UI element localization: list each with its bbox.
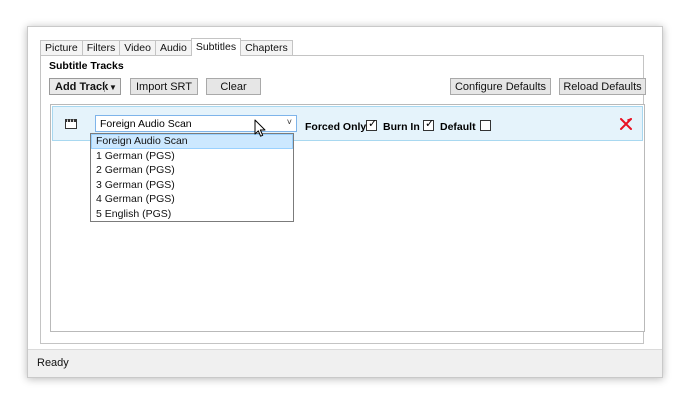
import-srt-button[interactable]: Import SRT [130,78,198,95]
status-bar: Ready [28,349,662,377]
dropdown-option[interactable]: 3 German (PGS) [91,178,293,193]
burn-in-label: Burn In [383,121,420,133]
checkmark-icon: ✓ [425,118,435,130]
dropdown-option[interactable]: 1 German (PGS) [91,149,293,164]
tab-filters[interactable]: Filters [81,40,121,56]
split-divider [104,81,105,92]
tab-video[interactable]: Video [119,40,156,56]
track-source-dropdown-list: Foreign Audio Scan 1 German (PGS) 2 Germ… [90,133,294,222]
chevron-down-icon: ˅ [286,117,292,127]
mouse-cursor-icon [254,119,266,137]
clear-button[interactable]: Clear [206,78,261,95]
dropdown-option[interactable]: 5 English (PGS) [91,207,293,222]
delete-track-icon[interactable] [619,118,633,130]
tab-chapters[interactable]: Chapters [240,40,293,56]
default-checkbox[interactable] [480,120,491,131]
dropdown-option[interactable]: 4 German (PGS) [91,192,293,207]
configure-defaults-button[interactable]: Configure Defaults [450,78,551,95]
tab-audio[interactable]: Audio [154,40,192,56]
reload-defaults-button[interactable]: Reload Defaults [559,78,646,95]
track-source-combo[interactable]: Foreign Audio Scan ˅ [95,115,297,132]
tab-strip: Picture Filters Video Audio Subtitles Ch… [40,38,293,56]
forced-only-checkbox[interactable]: ✓ [366,118,378,131]
tab-picture[interactable]: Picture [40,40,83,56]
status-text: Ready [37,357,69,369]
dropdown-option[interactable]: 2 German (PGS) [91,163,293,178]
burn-in-checkbox[interactable]: ✓ [423,118,435,131]
track-source-value: Foreign Audio Scan [100,118,192,130]
subtitle-tracks-title: Subtitle Tracks [49,60,124,72]
subtitle-track-icon [65,119,77,129]
add-track-button[interactable]: Add Track ▼ [49,78,121,95]
tab-subtitles[interactable]: Subtitles [190,38,242,56]
forced-only-label: Forced Only [305,121,367,133]
default-label: Default [440,121,476,133]
checkmark-icon: ✓ [368,118,378,130]
add-track-label: Add Track [55,81,109,93]
dropdown-arrow-icon[interactable]: ▼ [109,79,117,96]
